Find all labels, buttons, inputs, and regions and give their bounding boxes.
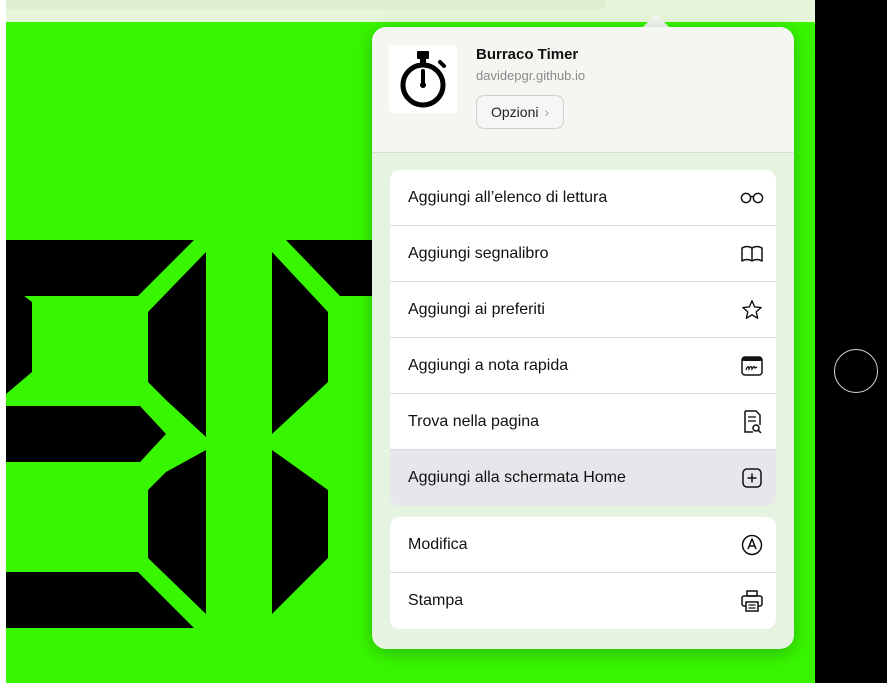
menu-item-label: Aggiungi ai preferiti — [408, 300, 545, 318]
share-sheet-popover: Burraco Timer davidepgr.github.io Opzion… — [372, 27, 794, 649]
address-bar[interactable] — [6, 0, 606, 10]
menu-item-label: Aggiungi segnalibro — [408, 244, 549, 262]
menu-item-find-in-page[interactable]: Trova nella pagina — [390, 394, 776, 450]
book-icon — [740, 242, 764, 266]
actions-group-primary: Aggiungi all’elenco di lettura Aggiungi … — [390, 170, 776, 506]
chevron-right-icon: › — [544, 104, 550, 120]
menu-item-reading-list[interactable]: Aggiungi all’elenco di lettura — [390, 170, 776, 226]
menu-item-quick-note[interactable]: Aggiungi a nota rapida — [390, 338, 776, 394]
menu-item-label: Stampa — [408, 592, 464, 609]
glasses-icon — [740, 186, 764, 210]
browser-toolbar — [6, 0, 815, 22]
star-icon — [740, 298, 764, 322]
menu-item-markup[interactable]: Modifica — [390, 517, 776, 573]
site-title: Burraco Timer — [476, 46, 579, 63]
menu-item-label: Modifica — [408, 535, 468, 553]
markup-pen-icon — [740, 533, 764, 557]
home-button[interactable] — [834, 349, 878, 393]
options-label: Opzioni — [491, 104, 539, 120]
options-button[interactable]: Opzioni › — [476, 95, 565, 129]
menu-item-add-favorites[interactable]: Aggiungi ai preferiti — [390, 282, 776, 338]
share-sheet-header: Burraco Timer davidepgr.github.io Opzion… — [372, 27, 794, 153]
menu-item-add-home-screen[interactable]: Aggiungi alla schermata Home — [390, 450, 776, 506]
printer-icon — [740, 589, 764, 613]
find-in-page-icon — [740, 409, 764, 434]
actions-group-secondary: Modifica Stampa — [390, 517, 776, 629]
seven-segment-digits — [6, 240, 426, 628]
quick-note-icon — [740, 354, 764, 378]
menu-item-label: Aggiungi all’elenco di lettura — [408, 188, 608, 206]
popover-arrow — [642, 14, 670, 28]
menu-item-label: Aggiungi alla schermata Home — [408, 469, 626, 486]
add-square-icon — [740, 466, 764, 490]
menu-item-add-bookmark[interactable]: Aggiungi segnalibro — [390, 226, 776, 282]
site-domain: davidepgr.github.io — [476, 68, 586, 83]
device-bezel — [815, 0, 887, 683]
stopwatch-icon — [389, 45, 457, 113]
menu-item-label: Trova nella pagina — [408, 412, 540, 430]
menu-item-print[interactable]: Stampa — [390, 573, 776, 629]
menu-item-label: Aggiungi a nota rapida — [408, 356, 569, 374]
